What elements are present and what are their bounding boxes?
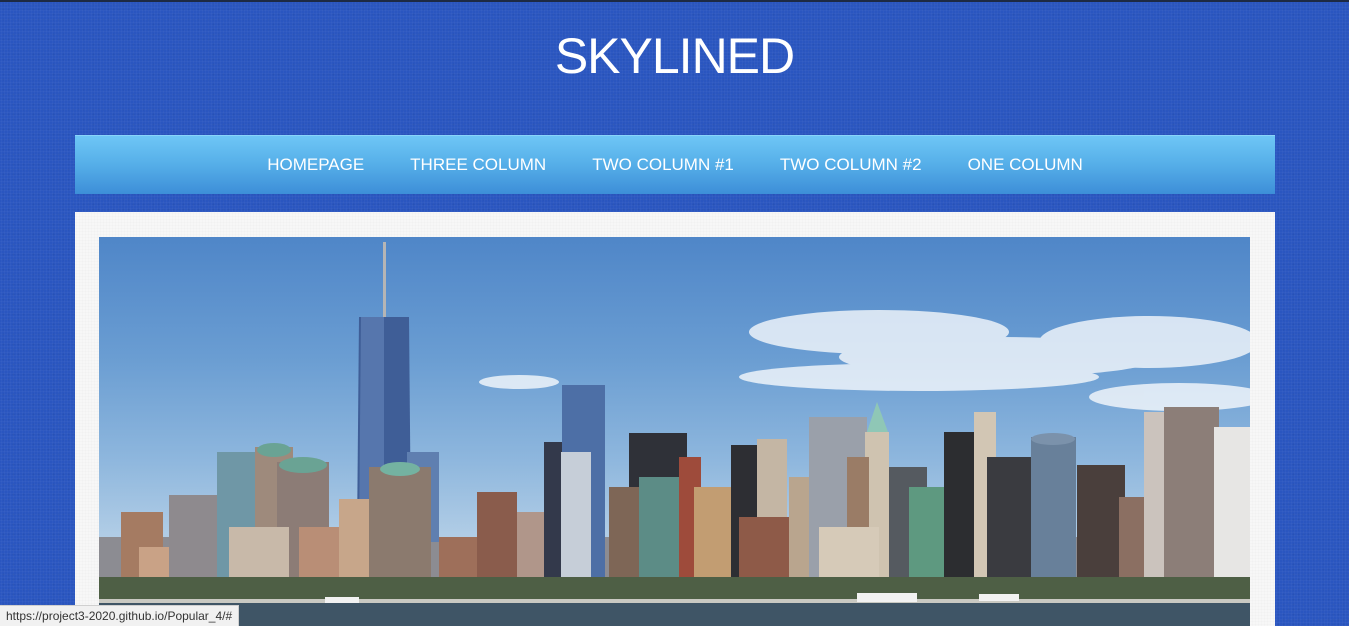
nav-item-three-column[interactable]: THREE COLUMN bbox=[387, 136, 569, 194]
content-panel bbox=[75, 212, 1275, 626]
nav-item-two-column-1[interactable]: TWO COLUMN #1 bbox=[569, 136, 757, 194]
browser-top-border bbox=[0, 0, 1349, 2]
main-nav: HOMEPAGE THREE COLUMN TWO COLUMN #1 TWO … bbox=[75, 135, 1275, 194]
nav-item-one-column[interactable]: ONE COLUMN bbox=[945, 136, 1106, 194]
nav-item-homepage[interactable]: HOMEPAGE bbox=[244, 136, 387, 194]
hero-skyline-image bbox=[99, 237, 1250, 626]
nav-item-two-column-2[interactable]: TWO COLUMN #2 bbox=[757, 136, 945, 194]
site-title: SKYLINED bbox=[554, 28, 795, 84]
status-url-tooltip: https://project3-2020.github.io/Popular_… bbox=[0, 605, 240, 626]
